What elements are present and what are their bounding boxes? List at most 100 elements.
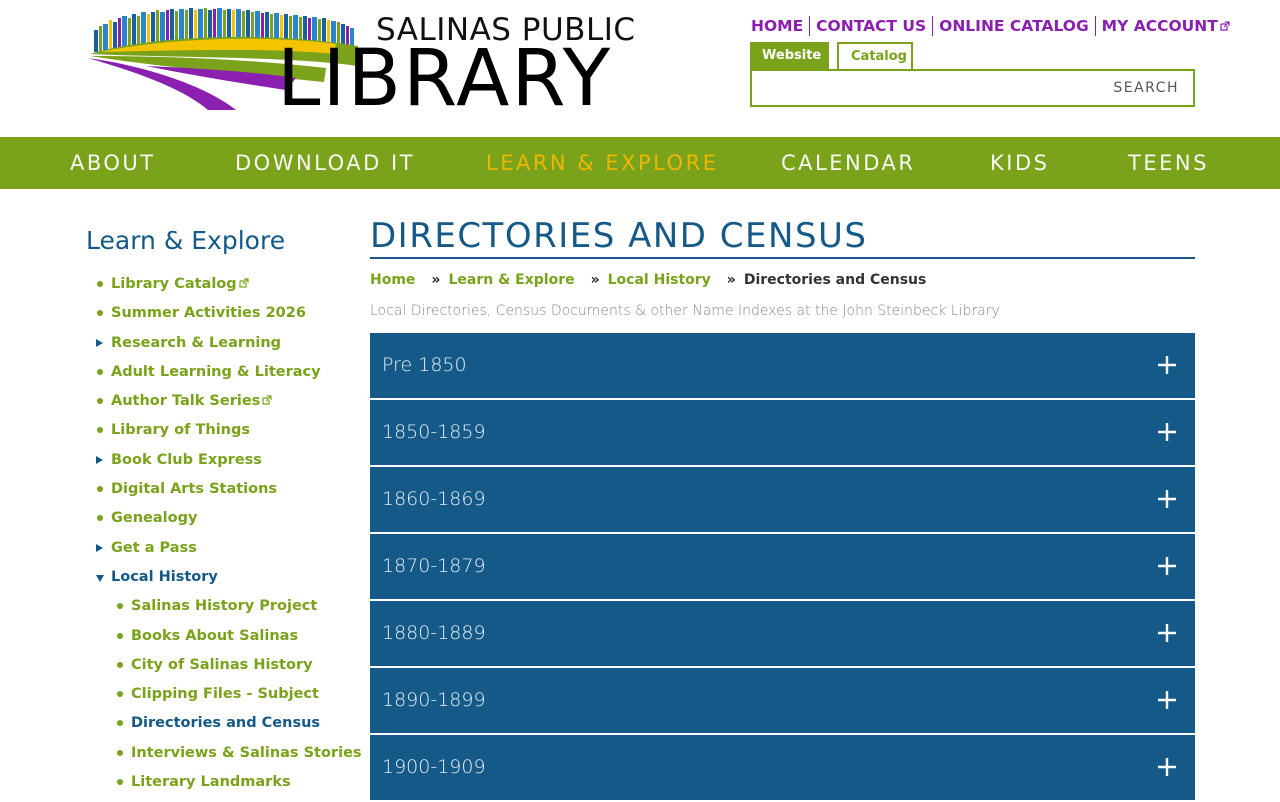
sidebar-item-author-talk-series[interactable]: Author Talk Series: [86, 387, 366, 416]
sidebar-item-local-history[interactable]: Local History: [86, 563, 366, 592]
accordion-label: 1860-1869: [382, 488, 486, 510]
sidebar-item-books-about-salinas[interactable]: Books About Salinas: [86, 622, 366, 651]
breadcrumb-local-history[interactable]: Local History: [608, 272, 711, 288]
breadcrumb-home[interactable]: Home: [370, 272, 415, 288]
sidebar-item-get-a-pass[interactable]: Get a Pass: [86, 534, 366, 563]
bullet-icon: [117, 632, 123, 639]
sidebar-item-label: City of Salinas History: [131, 656, 313, 673]
sidebar-item-label: Adult Learning & Literacy: [111, 363, 321, 380]
sidebar-item-genealogy[interactable]: Genealogy: [86, 504, 366, 533]
accordion-item-pre-1850[interactable]: Pre 1850: [370, 333, 1195, 398]
collapse-arrow-icon[interactable]: [96, 574, 104, 582]
accordion-item-1900-1909[interactable]: 1900-1909: [370, 735, 1195, 800]
external-link-icon: [239, 278, 249, 288]
accordion-item-1880-1889[interactable]: 1880-1889: [370, 601, 1195, 666]
sidebar-item-label: Local History: [111, 568, 218, 585]
expand-arrow-icon[interactable]: [96, 455, 103, 464]
accordion-item-1870-1879[interactable]: 1870-1879: [370, 534, 1195, 599]
sidebar-item-book-club-express[interactable]: Book Club Express: [86, 446, 366, 475]
sidebar-item-summer-activities[interactable]: Summer Activities 2026: [86, 299, 366, 328]
utility-links: HOME CONTACT US ONLINE CATALOG MY ACCOUN…: [745, 15, 1236, 37]
bullet-icon: [97, 515, 103, 522]
page-subtitle: Local Directories, Census Documents & ot…: [370, 303, 1000, 319]
main-content: DIRECTORIES AND CENSUS Home » Learn & Ex…: [370, 215, 1195, 800]
sidebar-item-clipping-files[interactable]: Clipping Files - Subject: [86, 680, 366, 709]
accordion-item-1850-1859[interactable]: 1850-1859: [370, 400, 1195, 465]
sidebar-menu: Library Catalog Summer Activities 2026 R…: [86, 270, 366, 797]
nav-learn-explore[interactable]: LEARN & EXPLORE: [486, 137, 719, 189]
my-account-link[interactable]: MY ACCOUNT: [1096, 16, 1236, 36]
bullet-icon: [117, 691, 123, 698]
accordion: Pre 1850 1850-1859 1860-1869 1870-1879 1…: [370, 333, 1195, 802]
sidebar-item-label: Salinas History Project: [131, 598, 318, 615]
search-input[interactable]: [758, 71, 1102, 107]
bullet-icon: [117, 661, 123, 668]
sidebar-item-literary-landmarks[interactable]: Literary Landmarks: [86, 768, 366, 797]
bullet-icon: [117, 603, 123, 610]
search-button[interactable]: SEARCH: [1113, 80, 1179, 96]
bullet-icon: [117, 720, 123, 727]
bullet-icon: [97, 486, 103, 493]
breadcrumb-learn-explore[interactable]: Learn & Explore: [448, 272, 574, 288]
sidebar-item-city-of-salinas-history[interactable]: City of Salinas History: [86, 651, 366, 680]
breadcrumb-separator: »: [590, 272, 600, 288]
sidebar-item-adult-learning[interactable]: Adult Learning & Literacy: [86, 358, 366, 387]
bullet-icon: [117, 779, 123, 786]
bullet-icon: [97, 368, 103, 375]
external-link-icon: [262, 395, 272, 405]
accordion-label: 1880-1889: [382, 622, 486, 644]
sidebar-title: Learn & Explore: [86, 226, 286, 255]
sidebar: Learn & Explore Library Catalog Summer A…: [86, 226, 362, 790]
accordion-item-1860-1869[interactable]: 1860-1869: [370, 467, 1195, 532]
breadcrumb-separator: »: [431, 272, 441, 288]
nav-calendar[interactable]: CALENDAR: [781, 137, 915, 189]
sidebar-item-label: Directories and Census: [131, 715, 321, 732]
contact-us-link[interactable]: CONTACT US: [810, 16, 932, 36]
sidebar-item-label: Research & Learning: [111, 334, 282, 351]
breadcrumb-current: Directories and Census: [743, 272, 927, 288]
page-title: DIRECTORIES AND CENSUS: [370, 215, 1195, 259]
sidebar-item-research-learning[interactable]: Research & Learning: [86, 329, 366, 358]
home-link[interactable]: HOME: [745, 16, 809, 36]
plus-icon: [1158, 356, 1176, 374]
sidebar-item-interviews-salinas-stories[interactable]: Interviews & Salinas Stories: [86, 739, 366, 768]
sidebar-item-library-catalog[interactable]: Library Catalog: [86, 270, 366, 299]
bullet-icon: [97, 427, 103, 434]
sidebar-item-label: Get a Pass: [111, 539, 197, 556]
plus-icon: [1158, 490, 1176, 508]
nav-teens[interactable]: TEENS: [1128, 137, 1209, 189]
bullet-icon: [97, 281, 103, 287]
accordion-label: 1870-1879: [382, 555, 486, 577]
sidebar-item-label: Books About Salinas: [131, 627, 299, 644]
tab-catalog[interactable]: Catalog: [837, 42, 913, 69]
expand-arrow-icon[interactable]: [96, 338, 103, 347]
accordion-label: 1890-1899: [382, 689, 486, 711]
sidebar-item-label: Summer Activities 2026: [111, 305, 306, 322]
plus-icon: [1158, 423, 1176, 441]
sidebar-item-label: Digital Arts Stations: [111, 481, 278, 498]
bullet-icon: [97, 398, 103, 405]
search-tabs: Website Catalog: [750, 42, 913, 69]
accordion-label: Pre 1850: [382, 354, 467, 376]
plus-icon: [1158, 557, 1176, 575]
sidebar-item-label: Genealogy: [111, 510, 198, 527]
sidebar-item-library-of-things[interactable]: Library of Things: [86, 416, 366, 445]
accordion-item-1890-1899[interactable]: 1890-1899: [370, 668, 1195, 733]
sidebar-item-directories-and-census[interactable]: Directories and Census: [86, 709, 366, 738]
nav-kids[interactable]: KIDS: [990, 137, 1049, 189]
expand-arrow-icon[interactable]: [96, 543, 103, 552]
online-catalog-link[interactable]: ONLINE CATALOG: [933, 16, 1095, 36]
sidebar-item-salinas-history-project[interactable]: Salinas History Project: [86, 592, 366, 621]
sidebar-item-label: Clipping Files - Subject: [131, 686, 319, 703]
accordion-label: 1850-1859: [382, 421, 486, 443]
tab-website[interactable]: Website: [750, 42, 829, 69]
sidebar-item-label: Literary Landmarks: [131, 774, 291, 791]
external-link-icon: [1220, 21, 1230, 31]
sidebar-item-label: Book Club Express: [111, 451, 262, 468]
nav-download-it[interactable]: DOWNLOAD IT: [235, 137, 415, 189]
sidebar-item-digital-arts-stations[interactable]: Digital Arts Stations: [86, 475, 366, 504]
library-logo[interactable]: SALINAS PUBLIC LIBRARY: [86, 6, 635, 124]
nav-about[interactable]: ABOUT: [70, 137, 156, 189]
logo-title-main: LIBRARY: [277, 34, 613, 124]
sidebar-item-label: Library of Things: [111, 422, 251, 439]
